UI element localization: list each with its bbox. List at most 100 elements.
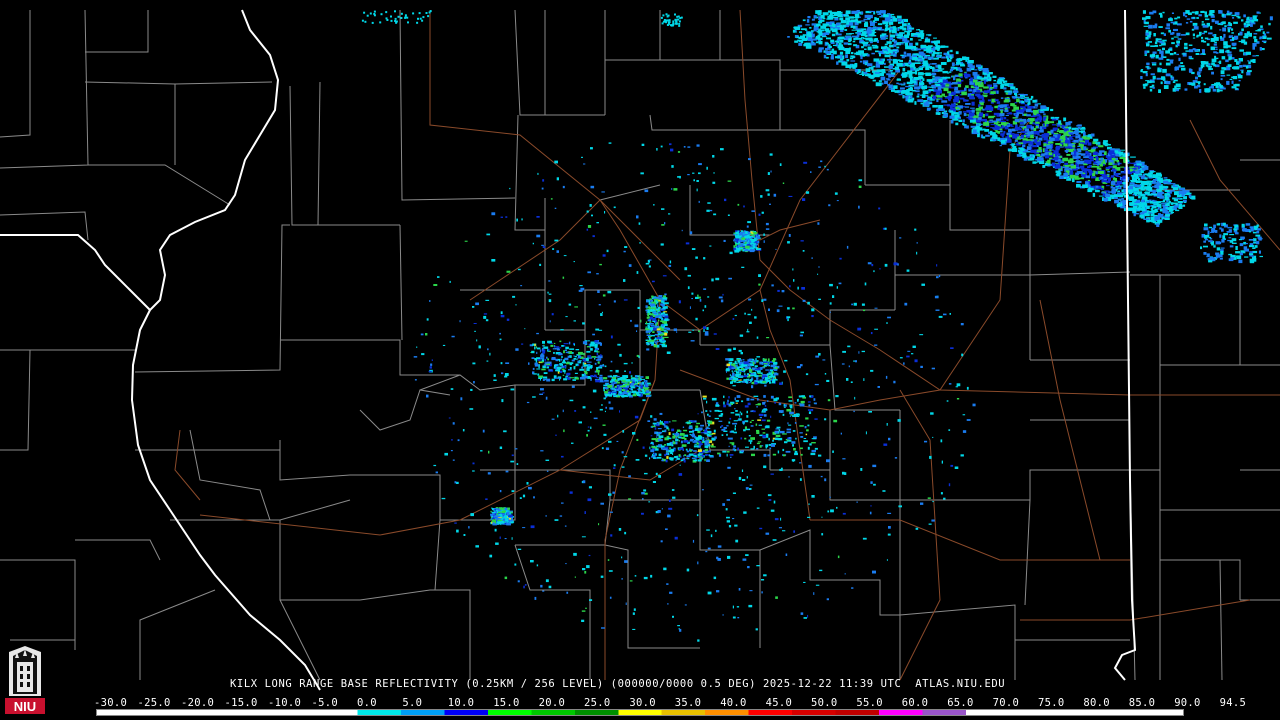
echo-pixel bbox=[519, 497, 522, 499]
echo-pixel bbox=[652, 422, 657, 425]
echo-pixel bbox=[1018, 142, 1024, 145]
echo-pixel bbox=[855, 360, 857, 363]
echo-pixel bbox=[604, 391, 608, 394]
echo-pixel bbox=[877, 386, 880, 388]
echo-pixel bbox=[896, 46, 900, 49]
echo-pixel bbox=[584, 511, 586, 514]
echo-pixel bbox=[604, 211, 606, 214]
echo-pixel bbox=[967, 60, 974, 64]
echo-pixel bbox=[829, 302, 832, 305]
echo-pixel bbox=[906, 53, 911, 57]
echo-pixel bbox=[596, 376, 599, 379]
echo-pixel bbox=[680, 459, 684, 462]
echo-pixel bbox=[488, 450, 490, 454]
echo-pixel bbox=[883, 443, 888, 446]
echo-pixel bbox=[893, 262, 898, 266]
echo-pixel bbox=[926, 107, 931, 111]
echo-pixel bbox=[546, 366, 549, 369]
echo-pixel bbox=[572, 379, 576, 381]
echo-pixel bbox=[456, 481, 459, 484]
echo-pixel bbox=[866, 28, 872, 33]
echo-pixel bbox=[754, 368, 760, 371]
echo-pixel bbox=[485, 498, 488, 500]
county-line bbox=[780, 129, 866, 185]
echo-pixel bbox=[562, 369, 566, 373]
echo-pixel bbox=[596, 352, 599, 356]
echo-pixel bbox=[683, 454, 685, 457]
echo-pixel bbox=[563, 378, 568, 381]
echo-pixel bbox=[639, 242, 641, 244]
echo-pixel bbox=[1059, 155, 1062, 158]
echo-pixel bbox=[924, 40, 929, 43]
echo-pixel bbox=[614, 385, 617, 388]
county-line bbox=[84, 81, 273, 85]
echo-pixel bbox=[712, 155, 715, 158]
echo-pixel bbox=[585, 375, 588, 377]
echo-pixel bbox=[931, 72, 936, 75]
echo-pixel bbox=[495, 542, 499, 545]
echo-pixel bbox=[782, 530, 786, 532]
echo-pixel bbox=[853, 37, 856, 41]
echo-pixel bbox=[520, 285, 523, 287]
echo-pixel bbox=[416, 346, 418, 348]
echo-pixel bbox=[692, 172, 695, 174]
echo-pixel bbox=[657, 438, 663, 442]
echo-pixel bbox=[913, 66, 916, 70]
echo-pixel bbox=[1012, 104, 1017, 107]
echo-pixel bbox=[652, 280, 655, 283]
echo-pixel bbox=[487, 348, 489, 351]
echo-pixel bbox=[715, 277, 720, 281]
echo-pixel bbox=[873, 483, 876, 486]
echo-pixel bbox=[642, 498, 644, 500]
echo-pixel bbox=[661, 447, 663, 450]
echo-pixel bbox=[861, 350, 865, 353]
echo-pixel bbox=[706, 459, 710, 462]
echo-pixel bbox=[554, 239, 559, 242]
echo-pixel bbox=[756, 565, 760, 567]
echo-pixel bbox=[871, 35, 877, 37]
echo-pixel bbox=[672, 615, 674, 618]
echo-pixel bbox=[932, 105, 938, 108]
echo-pixel bbox=[744, 249, 748, 251]
echo-pixel bbox=[762, 432, 766, 434]
echo-pixel bbox=[664, 222, 666, 225]
echo-pixel bbox=[548, 280, 551, 282]
echo-pixel bbox=[914, 359, 918, 363]
echo-pixel bbox=[747, 313, 751, 316]
echo-pixel bbox=[829, 311, 831, 313]
echo-pixel bbox=[827, 510, 830, 513]
echo-pixel bbox=[595, 369, 600, 373]
echo-pixel bbox=[905, 85, 911, 88]
echo-pixel bbox=[536, 351, 538, 354]
echo-pixel bbox=[980, 123, 983, 126]
echo-pixel bbox=[541, 244, 544, 246]
echo-pixel bbox=[731, 430, 734, 433]
echo-pixel bbox=[850, 52, 854, 55]
echo-pixel bbox=[761, 591, 763, 594]
echo-pixel bbox=[821, 516, 823, 518]
echo-pixel bbox=[807, 516, 811, 518]
echo-pixel bbox=[698, 449, 703, 452]
echo-pixel bbox=[588, 554, 591, 557]
echo-pixel bbox=[526, 482, 529, 485]
echo-pixel bbox=[541, 187, 544, 190]
echo-pixel bbox=[807, 401, 811, 403]
echo-pixel bbox=[662, 339, 665, 341]
echo-pixel bbox=[802, 250, 805, 252]
echo-pixel bbox=[727, 466, 731, 469]
echo-pixel bbox=[740, 450, 744, 453]
echo-pixel bbox=[778, 410, 784, 413]
echo-pixel bbox=[420, 333, 424, 336]
echo-pixel bbox=[898, 43, 904, 45]
echo-pixel bbox=[865, 68, 871, 72]
echo-pixel bbox=[649, 446, 651, 450]
echo-pixel bbox=[610, 335, 613, 339]
county-line bbox=[170, 499, 351, 521]
echo-pixel bbox=[740, 412, 743, 416]
echo-pixel bbox=[858, 37, 863, 40]
echo-pixel bbox=[899, 32, 905, 34]
echo-pixel bbox=[729, 251, 733, 255]
echo-pixel bbox=[903, 82, 906, 85]
echo-pixel bbox=[650, 329, 652, 332]
echo-pixel bbox=[1087, 134, 1091, 136]
